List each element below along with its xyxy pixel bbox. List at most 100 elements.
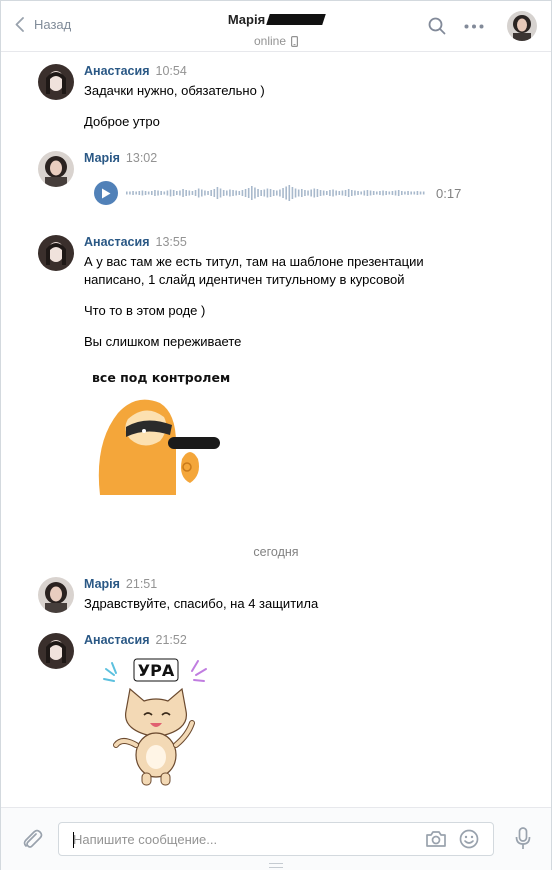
waveform-bar xyxy=(247,188,250,198)
waveform-bar xyxy=(413,191,416,195)
phone-icon xyxy=(291,35,299,47)
emoji-icon[interactable] xyxy=(459,829,479,849)
waveform-bar xyxy=(191,191,194,195)
message-text: Вы слишком переживаете xyxy=(84,334,242,349)
author-name[interactable]: Анастасия xyxy=(84,633,150,647)
waveform-bar xyxy=(251,186,253,200)
voice-duration: 0:17 xyxy=(436,185,462,201)
avatar[interactable] xyxy=(38,235,74,271)
waveform-bar xyxy=(226,190,228,196)
avatar-photo xyxy=(38,633,74,669)
waveform-bar xyxy=(232,190,234,196)
waveform-bar xyxy=(263,189,266,197)
chat-window: Назад Марія online Анастасия 10:54 Задач… xyxy=(0,0,552,870)
waveform-bar xyxy=(332,189,334,197)
waveform-bar xyxy=(238,191,241,195)
waveform-bar xyxy=(341,190,344,196)
avatar-photo xyxy=(507,11,537,41)
waveform-bar xyxy=(141,190,144,196)
waveform-bar xyxy=(279,189,281,197)
message-meta: Анастасия 10:54 xyxy=(84,64,187,78)
waveform-bar xyxy=(210,190,212,196)
message-time[interactable]: 13:55 xyxy=(156,235,187,249)
header-avatar[interactable] xyxy=(507,11,537,41)
avatar[interactable] xyxy=(38,64,74,100)
waveform-bar xyxy=(297,189,300,197)
message-time[interactable]: 13:02 xyxy=(126,151,157,165)
waveform-bar xyxy=(288,185,291,201)
waveform-bar xyxy=(266,188,269,198)
avatar[interactable] xyxy=(38,151,74,187)
search-icon[interactable] xyxy=(428,17,446,35)
resize-handle[interactable] xyxy=(269,863,283,868)
avatar[interactable] xyxy=(38,577,74,613)
message-text: Доброе утро xyxy=(84,114,160,129)
waveform-bar xyxy=(157,190,159,196)
waveform-bar xyxy=(219,188,222,198)
waveform-bar xyxy=(276,190,278,196)
voice-waveform[interactable] xyxy=(126,182,426,204)
waveform-bar xyxy=(416,191,419,195)
waveform-bar xyxy=(404,191,406,195)
message-time[interactable]: 21:51 xyxy=(126,577,157,591)
message-meta: Марія 13:02 xyxy=(84,151,157,165)
sloth-sticker[interactable]: все под контролем xyxy=(90,363,230,501)
waveform-bar xyxy=(254,187,256,199)
waveform-bar xyxy=(382,190,384,196)
message-text: Задачки нужно, обязательно ) xyxy=(84,83,265,98)
waveform-bar xyxy=(285,186,287,200)
waveform-bar xyxy=(379,191,381,195)
waveform-bar xyxy=(207,191,209,195)
waveform-bar xyxy=(163,191,166,195)
waveform-bar xyxy=(363,190,366,196)
waveform-bar xyxy=(241,190,244,196)
paperclip-icon[interactable] xyxy=(21,828,43,850)
waveform-bar xyxy=(366,190,369,196)
message-group: Анастасия 21:52 УРА xyxy=(38,633,508,793)
waveform-bar xyxy=(407,191,409,195)
waveform-bar xyxy=(329,190,331,196)
avatar[interactable] xyxy=(38,633,74,669)
waveform-bar xyxy=(304,190,306,196)
waveform-bar xyxy=(301,189,303,197)
waveform-bar xyxy=(385,191,387,195)
voice-message: 0:17 xyxy=(94,181,461,205)
waveform-bar xyxy=(272,190,275,196)
waveform-bar xyxy=(213,189,216,197)
message-meta: Анастасия 21:52 xyxy=(84,633,187,647)
author-name[interactable]: Анастасия xyxy=(84,64,150,78)
message-time[interactable]: 10:54 xyxy=(156,64,187,78)
waveform-bar xyxy=(397,190,400,196)
waveform-bar xyxy=(185,190,187,196)
message-group: Анастасия 13:55 А у вас там же есть титул… xyxy=(38,235,508,505)
waveform-bar xyxy=(394,190,397,196)
waveform-bar xyxy=(197,188,200,198)
waveform-bar xyxy=(201,189,203,197)
author-name[interactable]: Анастасия xyxy=(84,235,150,249)
camera-icon[interactable] xyxy=(425,830,447,848)
waveform-bar xyxy=(313,188,316,198)
waveform-bar xyxy=(244,189,247,197)
avatar-photo xyxy=(38,151,74,187)
play-button[interactable] xyxy=(94,181,118,205)
message-group: Марія 21:51 Здравствуйте, спасибо, на 4 з… xyxy=(38,577,508,617)
waveform-bar xyxy=(166,190,169,196)
waveform-bar xyxy=(401,191,403,195)
waveform-bar xyxy=(307,190,309,196)
waveform-bar xyxy=(319,190,322,196)
cat-sticker[interactable]: УРА xyxy=(100,653,212,789)
microphone-icon[interactable] xyxy=(515,827,531,851)
author-name[interactable]: Марія xyxy=(84,151,120,165)
waveform-bar xyxy=(335,190,337,196)
message-composer: Напишите сообщение... xyxy=(1,807,551,870)
status-text: online xyxy=(253,34,287,48)
author-name[interactable]: Марія xyxy=(84,577,120,591)
contact-name[interactable]: Марія xyxy=(228,12,326,27)
message-time[interactable]: 21:52 xyxy=(156,633,187,647)
contact-status: online xyxy=(253,34,299,48)
waveform-bar xyxy=(369,190,372,196)
play-icon xyxy=(102,188,111,198)
more-icon[interactable] xyxy=(464,24,484,29)
sticker-caption: УРА xyxy=(138,661,175,680)
waveform-bar xyxy=(229,189,231,197)
